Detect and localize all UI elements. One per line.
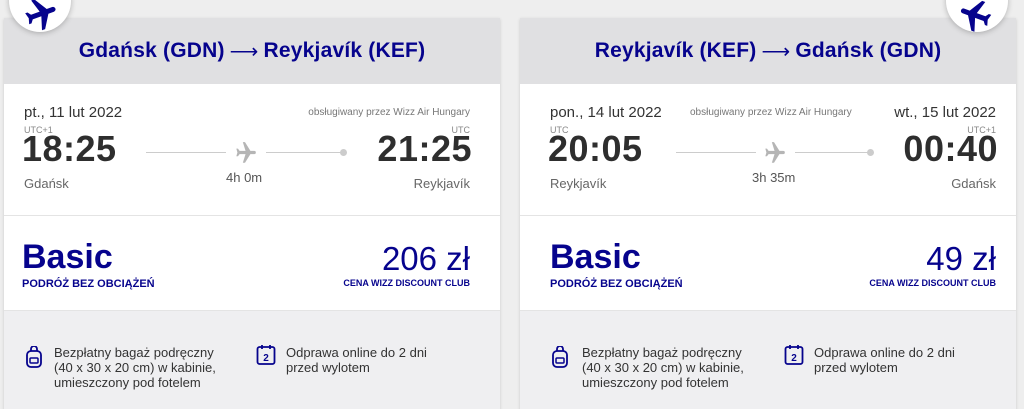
benefit-line: (40 x 30 x 20 cm) w kabinie, [54,360,216,375]
outbound-departure-city: Gdańsk [24,176,69,191]
return-arrival-time: 00:40 [903,128,998,169]
outbound-destination: Reykjavík (KEF) [263,39,426,62]
return-departure-city: Reykjavík [550,176,607,191]
outbound-benefit-baggage: Bezpłatny bagaż podręczny (40 x 30 x 20 … [54,345,216,390]
calendar-2-icon: 2 [256,345,276,365]
benefit-line: (40 x 30 x 20 cm) w kabinie, [582,360,744,375]
airplane-icon [25,0,56,31]
backpack-icon [552,346,568,368]
outbound-benefits: Bezpłatny bagaż podręczny (40 x 30 x 20 … [4,311,500,409]
outbound-duration: 4h 0m [226,170,263,185]
return-flight-card: Reykjavík (KEF) ⟶ Gdańsk (GDN) pon., 14 … [520,18,1016,409]
route-arrow: ⟶ [761,40,791,63]
benefit-line: umieszczony pod fotelem [54,375,201,390]
benefit-line: przed wylotem [814,360,898,375]
return-fare-name: Basic [550,238,641,276]
outbound-price: 206 zł [381,240,470,277]
airplane-gray-icon [236,142,256,163]
outbound-flight-card: Gdańsk (GDN) ⟶ Reykjavík (KEF) pt., 11 l… [4,18,500,409]
airplane-icon [960,0,992,32]
benefit-line: przed wylotem [286,360,370,375]
return-departure-time: 20:05 [548,128,643,169]
outbound-departure-time: 18:25 [22,128,117,169]
return-arrival-city: Gdańsk [951,176,996,191]
outbound-fare-subtitle: PODRÓŻ BEZ OBCIĄŻEŃ [22,278,155,290]
outbound-arrival-time: 21:25 [377,128,472,169]
return-arrival-date: wt., 15 lut 2022 [894,104,996,121]
benefit-line: Odprawa online do 2 dni [286,345,427,360]
benefit-line: umieszczony pod fotelem [582,375,729,390]
return-benefit-baggage: Bezpłatny bagaż podręczny (40 x 30 x 20 … [582,345,744,390]
return-origin: Reykjavík (KEF) [594,39,757,62]
route-line-left [146,152,226,153]
outbound-price-note: CENA WIZZ DISCOUNT CLUB [343,278,470,288]
outbound-arrival-city: Reykjavík [413,176,470,191]
return-operator: obsługiwany przez Wizz Air Hungary [690,107,852,118]
route-line-right [795,149,874,156]
benefit-line: Bezpłatny bagaż podręczny [54,345,214,360]
route-arrow: ⟶ [229,40,259,63]
return-route-header: Reykjavík (KEF) ⟶ Gdańsk (GDN) [520,18,1016,84]
benefit-line: Odprawa online do 2 dni [814,345,955,360]
return-duration: 3h 35m [752,170,796,185]
route-line-right [266,149,347,156]
route-line-left [676,152,756,153]
return-schedule: pon., 14 lut 2022 obsługiwany przez Wizz… [520,84,1016,216]
calendar-2-icon: 2 [784,345,804,365]
airplane-gray-icon [765,142,785,163]
svg-text:2: 2 [263,353,269,364]
return-fare[interactable]: Basic PODRÓŻ BEZ OBCIĄŻEŃ 49 zł CENA WIZ… [520,216,1016,311]
outbound-departure-date: pt., 11 lut 2022 [24,104,123,121]
outbound-fare-name: Basic [22,238,113,276]
benefit-line: Bezpłatny bagaż podręczny [582,345,742,360]
return-fare-subtitle: PODRÓŻ BEZ OBCIĄŻEŃ [550,278,683,290]
outbound-benefit-checkin: Odprawa online do 2 dni przed wylotem [286,345,427,375]
return-price: 49 zł [926,240,996,277]
return-departure-date: pon., 14 lut 2022 [550,104,662,121]
svg-text:2: 2 [791,353,797,364]
return-price-note: CENA WIZZ DISCOUNT CLUB [869,278,996,288]
outbound-route-header: Gdańsk (GDN) ⟶ Reykjavík (KEF) [4,18,500,84]
outbound-fare[interactable]: Basic PODRÓŻ BEZ OBCIĄŻEŃ 206 zł CENA WI… [4,216,500,311]
outbound-operator: obsługiwany przez Wizz Air Hungary [308,107,470,118]
backpack-icon [26,346,42,368]
outbound-schedule: pt., 11 lut 2022 obsługiwany przez Wizz … [4,84,500,216]
return-benefits: Bezpłatny bagaż podręczny (40 x 30 x 20 … [520,311,1016,409]
outbound-origin: Gdańsk (GDN) [78,39,225,62]
return-benefit-checkin: Odprawa online do 2 dni przed wylotem [814,345,955,375]
return-destination: Gdańsk (GDN) [795,39,942,62]
